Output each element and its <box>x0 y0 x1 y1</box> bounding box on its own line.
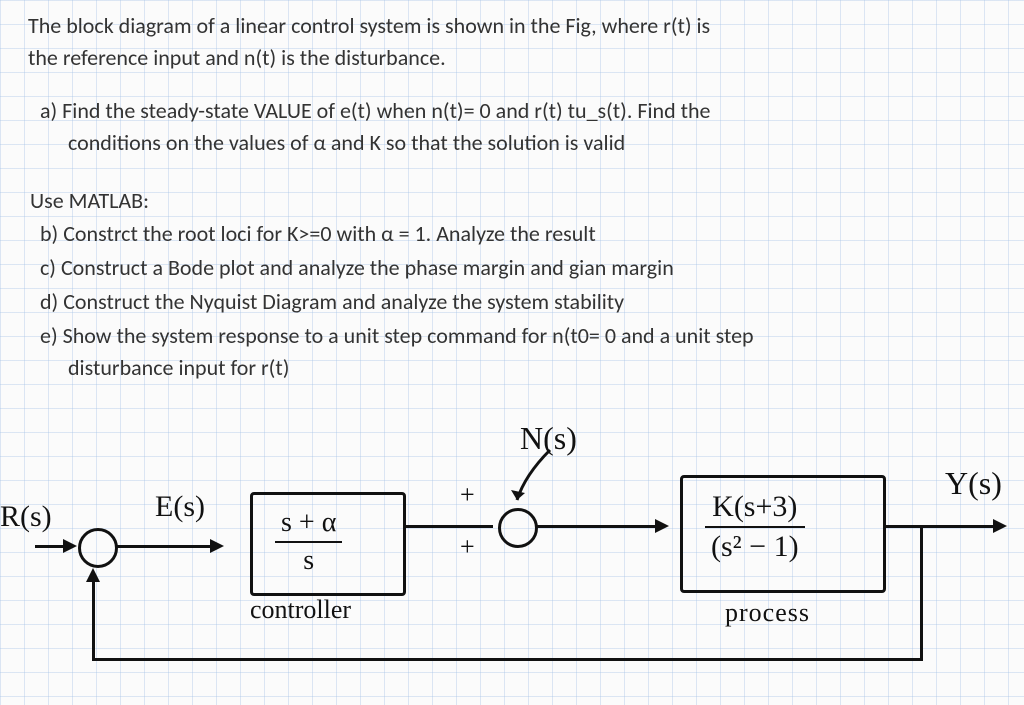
problem-intro: The block diagram of a linear control sy… <box>28 10 728 74</box>
sum2-plus-bottom: + <box>460 532 475 562</box>
item-e: e) Show the system response to a unit st… <box>68 320 788 384</box>
arrow-y-line <box>883 525 998 528</box>
arrow-ctrl-line <box>403 525 493 528</box>
intro-text: The block diagram of a linear control sy… <box>28 12 710 71</box>
feedback-v2 <box>92 580 95 660</box>
items-bcde: b) Constrct the root loci for K>=0 with … <box>30 218 770 385</box>
signal-r-label: R(s) <box>0 500 52 534</box>
controller-label: controller <box>250 595 351 625</box>
arrow-y-head <box>993 519 1007 533</box>
sum2-plus-top: + <box>460 480 475 510</box>
signal-y-label: Y(s) <box>945 465 1002 502</box>
feedback-v1 <box>920 525 923 660</box>
process-block: K(s+3) (s² − 1) <box>680 475 886 593</box>
arrow-e-head <box>210 539 224 553</box>
arrow-r-head <box>63 539 77 553</box>
controller-den: s <box>275 543 342 577</box>
controller-tf: s + α s <box>275 507 342 577</box>
controller-block: s + α s <box>250 492 406 596</box>
problem-list: a) Find the steady-state VALUE of e(t) w… <box>30 95 770 161</box>
signal-e-label: E(s) <box>155 490 205 524</box>
feedback-h <box>92 658 923 661</box>
process-tf: K(s+3) (s² − 1) <box>705 490 805 564</box>
process-den: (s² − 1) <box>705 528 805 564</box>
use-matlab: Use MATLAB: <box>30 185 770 217</box>
item-d: d) Construct the Nyquist Diagram and ana… <box>68 286 770 318</box>
arrow-to-proc-head <box>655 519 669 533</box>
arrow-e-line <box>115 545 215 548</box>
arrow-to-proc-line <box>535 525 660 528</box>
block-diagram: R(s) E(s) s + α s controller + + N(s) K(… <box>0 420 1024 700</box>
process-label: process <box>725 598 810 628</box>
item-a: a) Find the steady-state VALUE of e(t) w… <box>68 95 788 159</box>
feedback-arrowhead <box>86 568 100 582</box>
arrow-n-icon <box>505 450 565 515</box>
item-c: c) Construct a Bode plot and analyze the… <box>68 252 748 284</box>
item-b: b) Constrct the root loci for K>=0 with … <box>68 218 770 250</box>
process-num: K(s+3) <box>705 490 805 528</box>
controller-num: s + α <box>275 507 342 543</box>
sum-junction-1 <box>78 528 118 568</box>
